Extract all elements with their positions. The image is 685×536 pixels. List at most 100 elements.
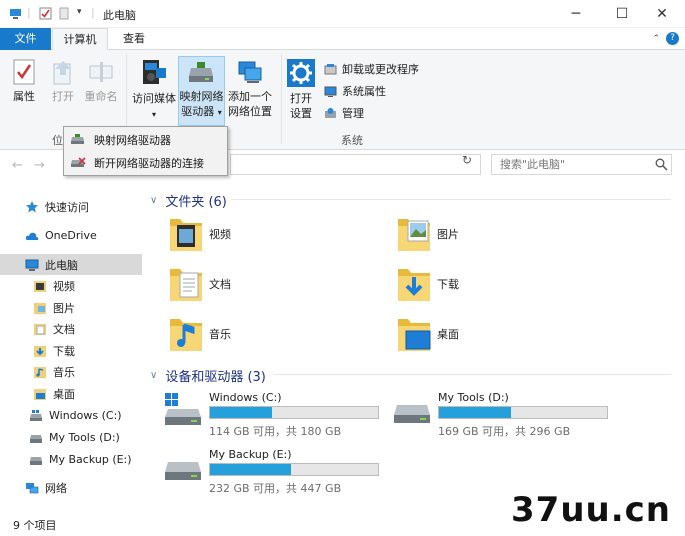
- group-label-system: 系统: [341, 134, 363, 147]
- title-bar: | ▾ | 此电脑 ─ ☐ ✕: [0, 0, 685, 28]
- back-arrow-icon[interactable]: ←: [12, 158, 23, 173]
- disconnect-drive-icon: [71, 157, 86, 167]
- nav-item-this-pc[interactable]: 此电脑: [0, 254, 142, 275]
- add-location-label-2: 网络位置: [228, 105, 272, 118]
- hard-drive-icon: [30, 456, 42, 465]
- watermark-logo: 37uu.cn: [511, 490, 671, 530]
- close-button[interactable]: ✕: [639, 0, 685, 28]
- expand-ribbon-icon[interactable]: ⌃: [652, 34, 660, 44]
- section-divider: [274, 374, 671, 375]
- nav-item-documents[interactable]: 文档: [0, 318, 142, 339]
- open-settings-button[interactable]: 打开 设置: [285, 58, 317, 121]
- nav-item-onedrive[interactable]: OneDrive: [0, 225, 142, 246]
- star-icon: [26, 200, 38, 212]
- network-drive-icon: [188, 62, 213, 82]
- uninstall-program-button[interactable]: 卸载或更改程序: [324, 61, 419, 77]
- network-location-icon: [238, 61, 262, 83]
- map-network-drive-button[interactable]: 映射网络 驱动器 ▾: [178, 58, 225, 120]
- drive-item[interactable]: Windows (C:) 114 GB 可用，共 180 GB: [163, 391, 393, 441]
- nav-item-desktop[interactable]: 桌面: [0, 383, 142, 404]
- open-settings-label-2: 设置: [290, 107, 312, 120]
- windows-drive-icon: [165, 393, 201, 425]
- network-icon: [26, 482, 39, 493]
- nav-item-pictures[interactable]: 图片: [0, 297, 142, 318]
- music-folder-icon: [34, 366, 46, 378]
- dropdown-arrow-icon: ▾: [217, 108, 222, 117]
- documents-folder-icon: [34, 323, 46, 335]
- item-count: 9 个项目: [13, 519, 57, 532]
- nav-label: 网络: [45, 481, 67, 495]
- system-properties-button[interactable]: 系统属性: [324, 83, 386, 99]
- nav-item-music[interactable]: 音乐: [0, 361, 142, 382]
- this-pc-icon: [10, 9, 21, 19]
- uninstall-label: 卸载或更改程序: [342, 63, 419, 76]
- tab-file[interactable]: 文件: [0, 28, 51, 50]
- folder-label: 下载: [437, 278, 459, 291]
- tab-computer[interactable]: 计算机: [52, 28, 108, 51]
- nav-item-drive-e[interactable]: My Backup (E:): [0, 449, 142, 470]
- nav-label: 桌面: [53, 387, 75, 401]
- nav-label: 音乐: [53, 365, 75, 379]
- drive-free-space: 114 GB 可用，共 180 GB: [209, 425, 342, 438]
- drive-usage-bar: [438, 406, 608, 419]
- drive-item[interactable]: My Backup (E:) 232 GB 可用，共 447 GB: [163, 448, 393, 498]
- folders-section-title: 文件夹 (6): [165, 195, 227, 210]
- properties-quick-icon[interactable]: [39, 7, 52, 20]
- drive-usage-fill: [439, 407, 512, 418]
- properties-button[interactable]: 属性: [8, 58, 40, 104]
- folders-section-header[interactable]: ∨ 文件夹 (6): [146, 191, 227, 210]
- manage-button[interactable]: 管理: [324, 105, 364, 121]
- rename-button[interactable]: 重命名: [82, 58, 120, 104]
- collapse-chevron-icon[interactable]: ∨: [150, 370, 157, 381]
- windows-drive-icon: [30, 409, 42, 421]
- nav-label: 快速访问: [45, 200, 89, 214]
- menu-item-map-network-drive[interactable]: 映射网络驱动器: [64, 129, 227, 151]
- search-input[interactable]: 搜索"此电脑": [491, 154, 672, 175]
- drive-free-space: 232 GB 可用，共 447 GB: [209, 482, 342, 495]
- search-icon[interactable]: [655, 158, 668, 171]
- drive-usage-fill: [210, 464, 291, 475]
- separator: |: [91, 6, 95, 19]
- folder-documents[interactable]: 文档: [168, 265, 231, 303]
- help-icon[interactable]: ?: [666, 32, 679, 45]
- add-location-label-1: 添加一个: [228, 90, 272, 103]
- nav-label: My Backup (E:): [49, 453, 132, 466]
- new-folder-quick-icon[interactable]: [58, 7, 71, 20]
- address-bar[interactable]: [230, 154, 481, 175]
- drive-item[interactable]: My Tools (D:) 169 GB 可用，共 296 GB: [392, 391, 622, 441]
- drives-section-header[interactable]: ∨ 设备和驱动器 (3): [146, 366, 266, 385]
- refresh-icon[interactable]: ↻: [462, 153, 472, 167]
- section-divider: [231, 199, 671, 200]
- properties-label: 属性: [13, 90, 35, 103]
- add-network-location-button[interactable]: 添加一个 网络位置: [227, 58, 273, 119]
- folder-label: 桌面: [437, 328, 459, 341]
- downloads-folder-icon: [398, 269, 430, 301]
- drive-usage-bar: [209, 463, 379, 476]
- drive-name: My Backup (E:): [209, 448, 292, 461]
- nav-item-drive-d[interactable]: My Tools (D:): [0, 427, 142, 448]
- folder-pictures[interactable]: 图片: [396, 215, 459, 253]
- map-drive-label-1: 映射网络: [179, 90, 224, 103]
- folder-videos[interactable]: 视频: [168, 215, 231, 253]
- nav-label: 图片: [53, 301, 75, 315]
- menu-item-disconnect-network-drive[interactable]: 断开网络驱动器的连接: [64, 152, 227, 174]
- manage-label: 管理: [342, 107, 364, 120]
- nav-item-downloads[interactable]: 下载: [0, 340, 142, 361]
- nav-item-quick-access[interactable]: 快速访问: [0, 196, 142, 217]
- nav-item-drive-c[interactable]: Windows (C:): [0, 405, 142, 426]
- group-separator: [281, 54, 282, 144]
- nav-item-network[interactable]: 网络: [0, 477, 142, 498]
- folder-music[interactable]: 音乐: [168, 315, 231, 353]
- tab-view[interactable]: 查看: [112, 28, 156, 50]
- nav-item-videos[interactable]: 视频: [0, 275, 142, 296]
- nav-label: 下载: [53, 344, 75, 358]
- videos-folder-icon: [170, 219, 202, 251]
- folder-desktop[interactable]: 桌面: [396, 315, 459, 353]
- collapse-chevron-icon[interactable]: ∨: [150, 195, 157, 206]
- open-button[interactable]: 打开: [47, 58, 79, 104]
- customize-quick-access-icon[interactable]: ▾: [77, 7, 82, 17]
- access-media-button[interactable]: 访问媒体 ▾: [131, 58, 177, 122]
- minimize-button[interactable]: ─: [553, 0, 599, 28]
- forward-arrow-icon[interactable]: →: [34, 158, 45, 173]
- folder-downloads[interactable]: 下载: [396, 265, 459, 303]
